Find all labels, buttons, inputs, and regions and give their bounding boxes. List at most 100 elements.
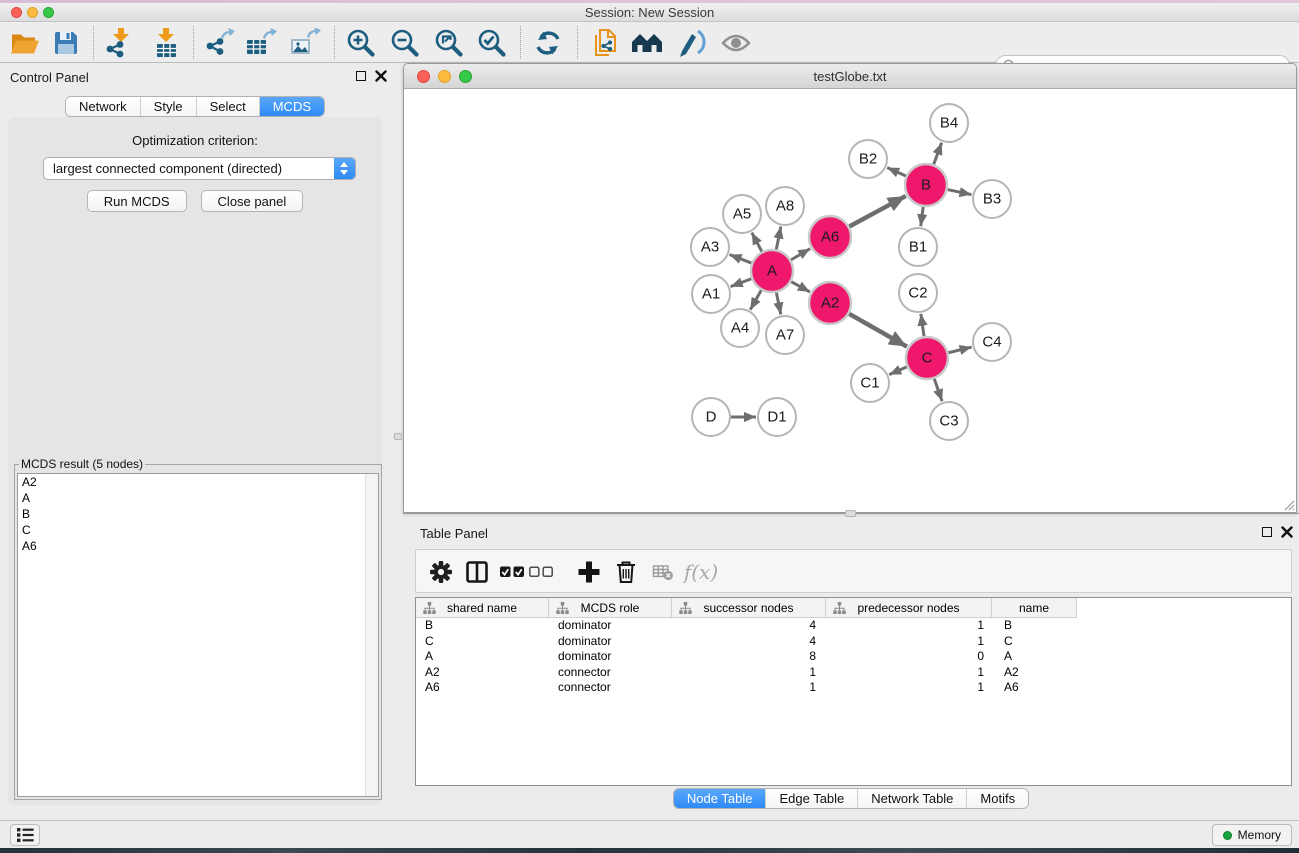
show-panels-button[interactable]	[10, 824, 40, 846]
add-column-button[interactable]	[578, 561, 601, 584]
edge-A-A1[interactable]	[731, 279, 752, 287]
table-cell[interactable]: A2	[992, 665, 1077, 681]
run-mcds-button[interactable]: Run MCDS	[87, 190, 187, 212]
function-builder-button[interactable]: f(x)	[684, 562, 718, 582]
tab-network[interactable]: Network	[66, 97, 140, 116]
float-panel-icon[interactable]	[356, 71, 366, 81]
network-window-titlebar[interactable]: testGlobe.txt	[404, 64, 1296, 89]
table-cell[interactable]: dominator	[549, 649, 672, 665]
tab-style[interactable]: Style	[140, 97, 196, 116]
show-column-button[interactable]	[466, 561, 489, 584]
table-cell[interactable]: 1	[672, 665, 826, 681]
float-table-panel-icon[interactable]	[1262, 527, 1272, 537]
edge-C-C4[interactable]	[948, 347, 971, 353]
table-cell[interactable]: C	[416, 634, 549, 650]
tab-select[interactable]: Select	[196, 97, 259, 116]
table-cell[interactable]: 1	[826, 665, 992, 681]
close-table-panel-icon[interactable]	[1281, 526, 1293, 538]
column-header-name[interactable]: name	[992, 598, 1077, 618]
table-cell[interactable]: dominator	[549, 618, 672, 634]
delete-columns-button[interactable]	[615, 560, 637, 584]
table-cell[interactable]: A6	[416, 680, 549, 696]
hide-graphics-details-button[interactable]	[676, 29, 706, 57]
table-cell[interactable]: A2	[416, 665, 549, 681]
table-cell[interactable]: 4	[672, 634, 826, 650]
table-cell[interactable]: A6	[992, 680, 1077, 696]
open-session-button[interactable]	[10, 31, 40, 56]
table-cell[interactable]: 1	[826, 680, 992, 696]
result-item[interactable]: C	[18, 522, 378, 538]
table-cell[interactable]: 0	[826, 649, 992, 665]
edge-C-C3[interactable]	[934, 379, 942, 401]
select-all-rows-button[interactable]	[500, 567, 524, 578]
table-cell[interactable]: A	[992, 649, 1077, 665]
table-tab-node-table[interactable]: Node Table	[674, 789, 766, 808]
table-cell[interactable]: 1	[826, 618, 992, 634]
edge-B-B4[interactable]	[934, 143, 942, 165]
zoom-selected-button[interactable]	[477, 28, 507, 58]
table-cell[interactable]: A	[416, 649, 549, 665]
edge-A2-C[interactable]	[849, 314, 907, 347]
tab-mcds[interactable]: MCDS	[259, 97, 324, 116]
import-table-button[interactable]	[151, 28, 181, 58]
table-row[interactable]: Adominator80A	[416, 649, 1291, 665]
criterion-select[interactable]: largest connected component (directed)	[43, 157, 356, 180]
window-resize-grip[interactable]	[1281, 497, 1295, 511]
table-cell[interactable]: B	[416, 618, 549, 634]
save-session-button[interactable]	[53, 30, 79, 56]
table-tab-edge-table[interactable]: Edge Table	[765, 789, 857, 808]
edge-C-C2[interactable]	[921, 314, 924, 336]
edge-B-B1[interactable]	[921, 207, 923, 226]
edge-B-B2[interactable]	[887, 168, 906, 176]
apply-layout-button[interactable]	[533, 29, 563, 57]
edge-A-A3[interactable]	[730, 255, 752, 263]
fit-content-button[interactable]	[434, 28, 464, 58]
table-cell[interactable]: 1	[672, 680, 826, 696]
edge-B-B3[interactable]	[948, 190, 972, 195]
table-cell[interactable]: connector	[549, 680, 672, 696]
table-cell[interactable]: 1	[826, 634, 992, 650]
table-cell[interactable]: B	[992, 618, 1077, 634]
edge-A-A5[interactable]	[752, 233, 762, 252]
result-item[interactable]: A2	[18, 474, 378, 490]
scrollbar-track[interactable]	[365, 474, 378, 796]
edge-A-A7[interactable]	[776, 293, 780, 315]
close-panel-button[interactable]: Close panel	[201, 190, 304, 212]
table-cell[interactable]: 4	[672, 618, 826, 634]
horizontal-divider-grip[interactable]	[845, 510, 856, 517]
table-cell[interactable]: connector	[549, 665, 672, 681]
vertical-divider-grip[interactable]	[394, 433, 402, 440]
edge-A-A8[interactable]	[776, 227, 781, 250]
table-row[interactable]: Cdominator41C	[416, 634, 1291, 650]
table-row[interactable]: Bdominator41B	[416, 618, 1291, 634]
table-settings-button[interactable]	[429, 560, 453, 584]
export-table-button[interactable]	[245, 28, 277, 58]
zoom-out-button[interactable]	[390, 28, 420, 58]
network-canvas[interactable]: B4B2BB3A5A8A6B1A3AA1C2A2A4A7C4CC1C3DD1	[404, 89, 1296, 512]
clone-network-button[interactable]	[591, 28, 619, 58]
table-tab-motifs[interactable]: Motifs	[966, 789, 1028, 808]
edge-A6-B[interactable]	[849, 196, 905, 227]
export-network-button[interactable]	[205, 28, 235, 58]
edge-C-C1[interactable]	[889, 367, 907, 375]
table-row[interactable]: A6connector11A6	[416, 680, 1291, 696]
destroy-table-button[interactable]	[653, 564, 674, 581]
mcds-result-list[interactable]: A2ABCA6	[17, 473, 379, 797]
zoom-in-button[interactable]	[346, 28, 376, 58]
memory-button[interactable]: Memory	[1212, 824, 1292, 846]
table-row[interactable]: A2connector11A2	[416, 665, 1291, 681]
result-item[interactable]: B	[18, 506, 378, 522]
deselect-all-rows-button[interactable]	[529, 567, 553, 578]
close-panel-icon[interactable]	[375, 70, 387, 82]
table-cell[interactable]: dominator	[549, 634, 672, 650]
column-header-successor-nodes[interactable]: successor nodes	[672, 598, 826, 618]
edge-A-A6[interactable]	[791, 249, 810, 260]
show-hide-panel-button[interactable]	[721, 32, 751, 54]
column-header-MCDS-role[interactable]: MCDS role	[549, 598, 672, 618]
import-network-button[interactable]	[105, 28, 135, 58]
result-item[interactable]: A	[18, 490, 378, 506]
result-item[interactable]: A6	[18, 538, 378, 554]
column-header-shared-name[interactable]: shared name	[416, 598, 549, 618]
edge-A-A2[interactable]	[791, 282, 810, 292]
table-cell[interactable]: 8	[672, 649, 826, 665]
